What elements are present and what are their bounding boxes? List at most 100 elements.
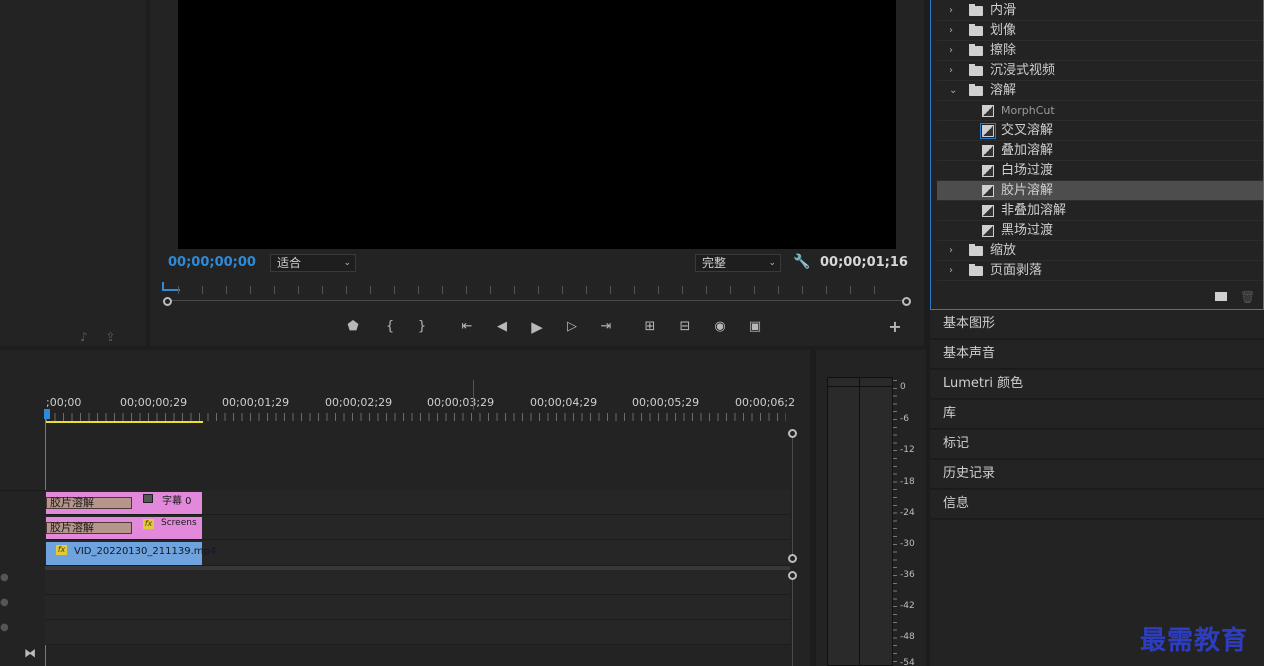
video-clip-label: VID_20220130_211139.mp4	[74, 546, 217, 557]
quality-dropdown[interactable]: 完整 ⌄	[695, 254, 781, 272]
quality-dropdown-label: 完整	[702, 256, 727, 270]
db-label: -6	[900, 414, 909, 424]
db-label: -36	[900, 570, 915, 580]
transition-label: 胶片溶解	[1001, 183, 1054, 198]
mark-out-icon[interactable]: }	[412, 318, 432, 336]
transition-item[interactable]: 非叠加溶解	[937, 201, 1263, 221]
monitor-ruler[interactable]	[178, 286, 896, 294]
meter-ticks	[893, 380, 897, 666]
effects-folder[interactable]: › 缩放	[937, 241, 1263, 261]
folder-icon	[969, 84, 983, 96]
fx-badge-icon: fx	[56, 545, 67, 555]
collapse-tracks-icon[interactable]: ⧓	[24, 646, 36, 660]
transition-item[interactable]: 黑场过渡	[937, 221, 1263, 241]
transition-item[interactable]: 交叉溶解	[937, 121, 1263, 141]
zoom-handle-right[interactable]	[902, 297, 911, 306]
fit-dropdown-label: 适合	[277, 256, 302, 270]
db-label: -24	[900, 508, 915, 518]
go-to-in-icon[interactable]: ⇤	[457, 318, 477, 336]
transition-icon	[982, 225, 994, 237]
effects-folder[interactable]: › 内滑	[937, 1, 1263, 21]
panel-history[interactable]: 历史记录	[930, 460, 1264, 489]
camera-icon[interactable]: ◉	[710, 318, 730, 336]
timeline-ruler[interactable]	[46, 413, 786, 421]
video-clip[interactable]: fx VID_20220130_211139.mp4	[46, 542, 216, 565]
panel-info[interactable]: 信息	[930, 490, 1264, 519]
ruler-label: 00;00;02;29	[325, 396, 393, 409]
title-clip-icon	[143, 494, 153, 503]
extract-icon[interactable]: ⊟	[675, 318, 695, 336]
scroll-handle[interactable]	[788, 429, 797, 438]
music-icon[interactable]: ♪	[80, 330, 88, 344]
duration-timecode: 00;00;01;16	[820, 255, 908, 270]
wrench-icon[interactable]: 🔧	[793, 254, 810, 270]
chevron-right-icon: ›	[949, 265, 953, 276]
folder-icon	[969, 4, 983, 16]
chevron-right-icon: ›	[949, 245, 953, 256]
panel-lumetri-color[interactable]: Lumetri 颜色	[930, 370, 1264, 399]
track-divider	[0, 490, 45, 491]
timeline-scrollbar[interactable]	[792, 433, 793, 559]
transition-block[interactable]: 胶片溶解	[46, 497, 132, 509]
lift-icon[interactable]: ⊞	[640, 318, 660, 336]
track-a3	[45, 620, 790, 645]
scroll-handle[interactable]	[788, 571, 797, 580]
chevron-right-icon: ›	[949, 45, 953, 56]
add-button-icon[interactable]: +	[885, 318, 905, 336]
track-a1	[45, 570, 790, 595]
marker-icon[interactable]: ⬟	[343, 318, 363, 336]
effects-folder[interactable]: › 划像	[937, 21, 1263, 41]
playhead-handle[interactable]	[44, 409, 50, 419]
step-forward-icon[interactable]: ▷	[562, 318, 582, 336]
zoom-bar[interactable]	[168, 300, 908, 301]
work-area-bar[interactable]	[46, 421, 203, 423]
panel-markers[interactable]: 标记	[930, 430, 1264, 459]
step-back-icon[interactable]: ◀	[492, 318, 512, 336]
mic-icon[interactable]: ●	[0, 572, 9, 583]
transition-item[interactable]: 白场过渡	[937, 161, 1263, 181]
meter-divider	[859, 378, 860, 665]
scroll-handle[interactable]	[788, 554, 797, 563]
transition-item-selected[interactable]: 胶片溶解	[937, 181, 1263, 201]
ruler-label: 00;00;00;29	[120, 396, 188, 409]
ruler-label: ;00;00	[46, 396, 82, 409]
playhead-timecode[interactable]: 00;00;00;00	[168, 255, 256, 270]
effects-folder-label: 溶解	[990, 83, 1017, 98]
mic-icon[interactable]: ●	[0, 597, 9, 608]
mark-in-icon[interactable]: {	[380, 318, 400, 336]
play-icon[interactable]: ▶	[527, 318, 547, 336]
fit-dropdown[interactable]: 适合 ⌄	[270, 254, 356, 272]
new-bin-icon[interactable]	[1215, 292, 1227, 301]
effects-folder-label: 缩放	[990, 243, 1017, 258]
transition-block[interactable]: 胶片溶解	[46, 522, 132, 534]
audio-scrollbar[interactable]	[792, 576, 793, 666]
track-headers: ● ● ● ⧓	[0, 350, 45, 666]
zoom-handle-left[interactable]	[163, 297, 172, 306]
effects-folder[interactable]: › 页面剥落	[937, 261, 1263, 281]
ruler-label: 00;00;01;29	[222, 396, 290, 409]
transition-icon	[982, 205, 994, 217]
effects-folder[interactable]: › 擦除	[937, 41, 1263, 61]
go-to-out-icon[interactable]: ⇥	[596, 318, 616, 336]
effects-panel: › 内滑 › 划像 › 擦除 › 沉浸式视频 ⌄ 溶解 MorphCut 交叉溶解 叠加溶…	[930, 0, 1264, 310]
chevron-right-icon: ›	[949, 25, 953, 36]
db-label: -18	[900, 477, 915, 487]
transition-item[interactable]: 叠加溶解	[937, 141, 1263, 161]
export-icon[interactable]: ⇪	[106, 330, 116, 344]
panel-libraries[interactable]: 库	[930, 400, 1264, 429]
mic-icon[interactable]: ●	[0, 622, 9, 633]
transition-label: 白场过渡	[1001, 163, 1054, 178]
chevron-down-icon: ⌄	[343, 258, 351, 268]
folder-icon	[969, 264, 983, 276]
db-label: 0	[900, 382, 906, 392]
transition-item[interactable]: MorphCut	[937, 101, 1263, 121]
panel-essential-graphics[interactable]: 基本图形	[930, 310, 1264, 339]
panel-essential-sound[interactable]: 基本声音	[930, 340, 1264, 369]
trash-icon[interactable]: 🗑	[1240, 290, 1255, 304]
effects-folder[interactable]: › 沉浸式视频	[937, 61, 1263, 81]
title-clip-label: 字幕 0	[162, 496, 192, 507]
compare-view-icon[interactable]: ▣	[745, 318, 765, 336]
watermark-text: 最需教育	[1140, 626, 1249, 656]
transition-label: 叠加溶解	[1001, 143, 1054, 158]
effects-folder-expanded[interactable]: ⌄ 溶解	[937, 81, 1263, 101]
